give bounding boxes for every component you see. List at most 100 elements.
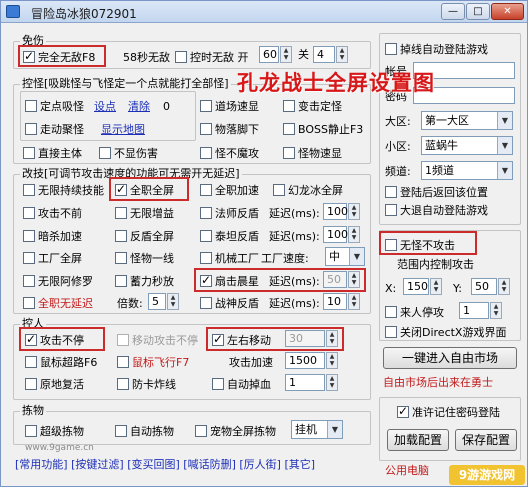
checkbox-box[interactable] <box>385 186 397 198</box>
boss-freeze-checkbox[interactable]: BOSS静止F3 <box>283 123 363 137</box>
reconnect-login-checkbox[interactable]: 掉线自动登陆游戏 <box>385 43 488 57</box>
anti-lag-checkbox[interactable]: 防卡炸线 <box>117 378 176 392</box>
checkbox-box[interactable] <box>385 43 397 55</box>
walk-attract-checkbox[interactable]: 走动聚怪 <box>25 123 84 137</box>
checkbox-box[interactable] <box>200 184 212 196</box>
direct-host-checkbox[interactable]: 直接主体 <box>23 147 82 161</box>
all-job-no-delay-checkbox[interactable]: 全职无延迟 <box>23 297 93 311</box>
checkbox-box[interactable] <box>200 147 212 159</box>
checkbox-box[interactable] <box>200 230 212 242</box>
x-spinner[interactable]: ▲ ▼ <box>430 278 442 295</box>
y-spinner[interactable]: ▲ ▼ <box>498 278 510 295</box>
checkbox-box[interactable] <box>23 252 35 264</box>
timed-off-input[interactable]: 4 <box>313 46 335 63</box>
status-link[interactable]: [常用功能] <box>15 458 68 471</box>
maximize-button[interactable]: □ <box>466 3 490 20</box>
war-god-reflect-checkbox[interactable]: 战神反盾 <box>200 297 259 311</box>
channel-select[interactable]: 1频道 ▼ <box>421 161 513 180</box>
checkbox-box[interactable] <box>115 252 127 264</box>
factory-fullscreen-checkbox[interactable]: 工厂全屏 <box>23 252 82 266</box>
fixed-attract-checkbox[interactable]: 定点吸怪 <box>25 100 84 114</box>
timed-on-spinner[interactable]: ▲ ▼ <box>280 46 292 63</box>
checkbox-box[interactable] <box>200 252 212 264</box>
checkbox-box[interactable] <box>23 207 35 219</box>
attack-speed-spinner[interactable]: ▲ ▼ <box>326 352 338 369</box>
y-input[interactable]: 50 <box>471 278 497 295</box>
no-advance-checkbox[interactable]: 攻击不前 <box>23 207 82 221</box>
auto-drop-input[interactable]: 1 <box>285 374 325 391</box>
reflect-fullscreen-checkbox[interactable]: 反盾全屏 <box>115 230 174 244</box>
infinite-buff-checkbox[interactable]: 无限增益 <box>115 207 174 221</box>
no-magic-attack-checkbox[interactable]: 怪不魔攻 <box>200 147 259 161</box>
checkbox-box[interactable] <box>200 100 212 112</box>
checkbox-box[interactable] <box>23 184 35 196</box>
checkbox-box[interactable] <box>200 123 212 135</box>
factory-speed-select[interactable]: 中 ▼ <box>325 247 365 266</box>
multiplier-spinner[interactable]: ▲ ▼ <box>167 293 179 310</box>
region-select[interactable]: 第一大区 ▼ <box>421 111 513 130</box>
auto-pickup-checkbox[interactable]: 自动拣物 <box>115 425 174 439</box>
subregion-select[interactable]: 蓝蜗牛 ▼ <box>421 136 513 155</box>
checkbox-box[interactable] <box>385 326 397 338</box>
titan-reflect-checkbox[interactable]: 泰坦反盾 <box>200 230 259 244</box>
checkbox-box[interactable] <box>195 425 207 437</box>
people-input[interactable]: 1 <box>459 302 489 319</box>
timed-off-spinner[interactable]: ▲ ▼ <box>336 46 348 63</box>
mech-factory-checkbox[interactable]: 机械工厂 <box>200 252 259 266</box>
checkbox-box[interactable] <box>200 207 212 219</box>
checkbox-box[interactable] <box>25 378 37 390</box>
load-config-button[interactable]: 加载配置 <box>387 429 449 451</box>
enter-market-button[interactable]: 一键进入自由市场 <box>383 347 517 369</box>
status-link[interactable]: [变买回图] <box>127 458 180 471</box>
status-link[interactable]: [喊话防删] <box>183 458 236 471</box>
checkbox-box[interactable] <box>23 147 35 159</box>
checkbox-box[interactable] <box>397 404 409 418</box>
timed-invincible-checkbox[interactable]: 控时无敌 开 <box>175 51 249 65</box>
checkbox-box[interactable] <box>212 378 224 390</box>
checkbox-box[interactable] <box>117 334 129 346</box>
revive-in-place-checkbox[interactable]: 原地复活 <box>25 378 84 392</box>
checkbox-box[interactable] <box>273 184 285 196</box>
checkbox-box[interactable] <box>115 207 127 219</box>
mage-reflect-checkbox[interactable]: 法师反盾 <box>200 207 259 221</box>
status-link[interactable]: [厉人街] <box>239 458 281 471</box>
remember-password-checkbox[interactable]: 准许记住密码登陆 <box>397 404 500 420</box>
save-config-button[interactable]: 保存配置 <box>455 429 517 451</box>
change-freeze-checkbox[interactable]: 变击定怪 <box>283 100 342 114</box>
checkbox-box[interactable] <box>283 100 295 112</box>
super-pickup-checkbox[interactable]: 超级拣物 <box>25 425 84 439</box>
war-god-delay-input[interactable]: 10 <box>323 293 347 310</box>
checkbox-box[interactable] <box>175 51 187 63</box>
war-god-delay-spinner[interactable]: ▲ ▼ <box>348 293 360 310</box>
phantom-dragon-fullscreen-checkbox[interactable]: 幻龙冰全屏 <box>273 184 343 198</box>
infinite-skill-checkbox[interactable]: 无限持续技能 <box>23 184 104 198</box>
status-link[interactable]: [按键过滤] <box>71 458 124 471</box>
move-attack-nonstop-checkbox[interactable]: 移动攻击不停 <box>117 334 198 348</box>
multiplier-input[interactable]: 5 <box>148 293 166 310</box>
mage-delay-input[interactable]: 100 <box>323 203 348 220</box>
checkbox-box[interactable] <box>115 425 127 437</box>
checkbox-box[interactable] <box>25 356 37 368</box>
checkbox-box[interactable] <box>117 378 129 390</box>
people-spinner[interactable]: ▲ ▼ <box>490 302 502 319</box>
dojo-speed-checkbox[interactable]: 道场速显 <box>200 100 259 114</box>
assassin-speed-checkbox[interactable]: 暗杀加速 <box>23 230 82 244</box>
set-point-link[interactable]: 设点 <box>94 100 116 114</box>
stop-on-people-checkbox[interactable]: 来人停攻 <box>385 306 444 320</box>
checkbox-box[interactable] <box>115 275 127 287</box>
all-job-speed-checkbox[interactable]: 全职加速 <box>200 184 259 198</box>
return-position-checkbox[interactable]: 登陆后返回该位置 <box>385 186 488 200</box>
hide-damage-checkbox[interactable]: 不显伤害 <box>99 147 158 161</box>
monster-line-checkbox[interactable]: 怪物一线 <box>115 252 174 266</box>
titan-delay-spinner[interactable]: ▲ ▼ <box>348 226 360 243</box>
checkbox-box[interactable] <box>385 306 397 318</box>
attack-speed-input[interactable]: 1500 <box>285 352 325 369</box>
checkbox-box[interactable] <box>25 100 37 112</box>
titan-delay-input[interactable]: 100 <box>323 226 348 243</box>
charge-release-checkbox[interactable]: 蓄力秒放 <box>115 275 174 289</box>
checkbox-box[interactable] <box>283 147 295 159</box>
auto-drop-spinner[interactable]: ▲ ▼ <box>326 374 338 391</box>
checkbox-box[interactable] <box>23 230 35 242</box>
checkbox-box[interactable] <box>117 356 129 368</box>
checkbox-box[interactable] <box>99 147 111 159</box>
